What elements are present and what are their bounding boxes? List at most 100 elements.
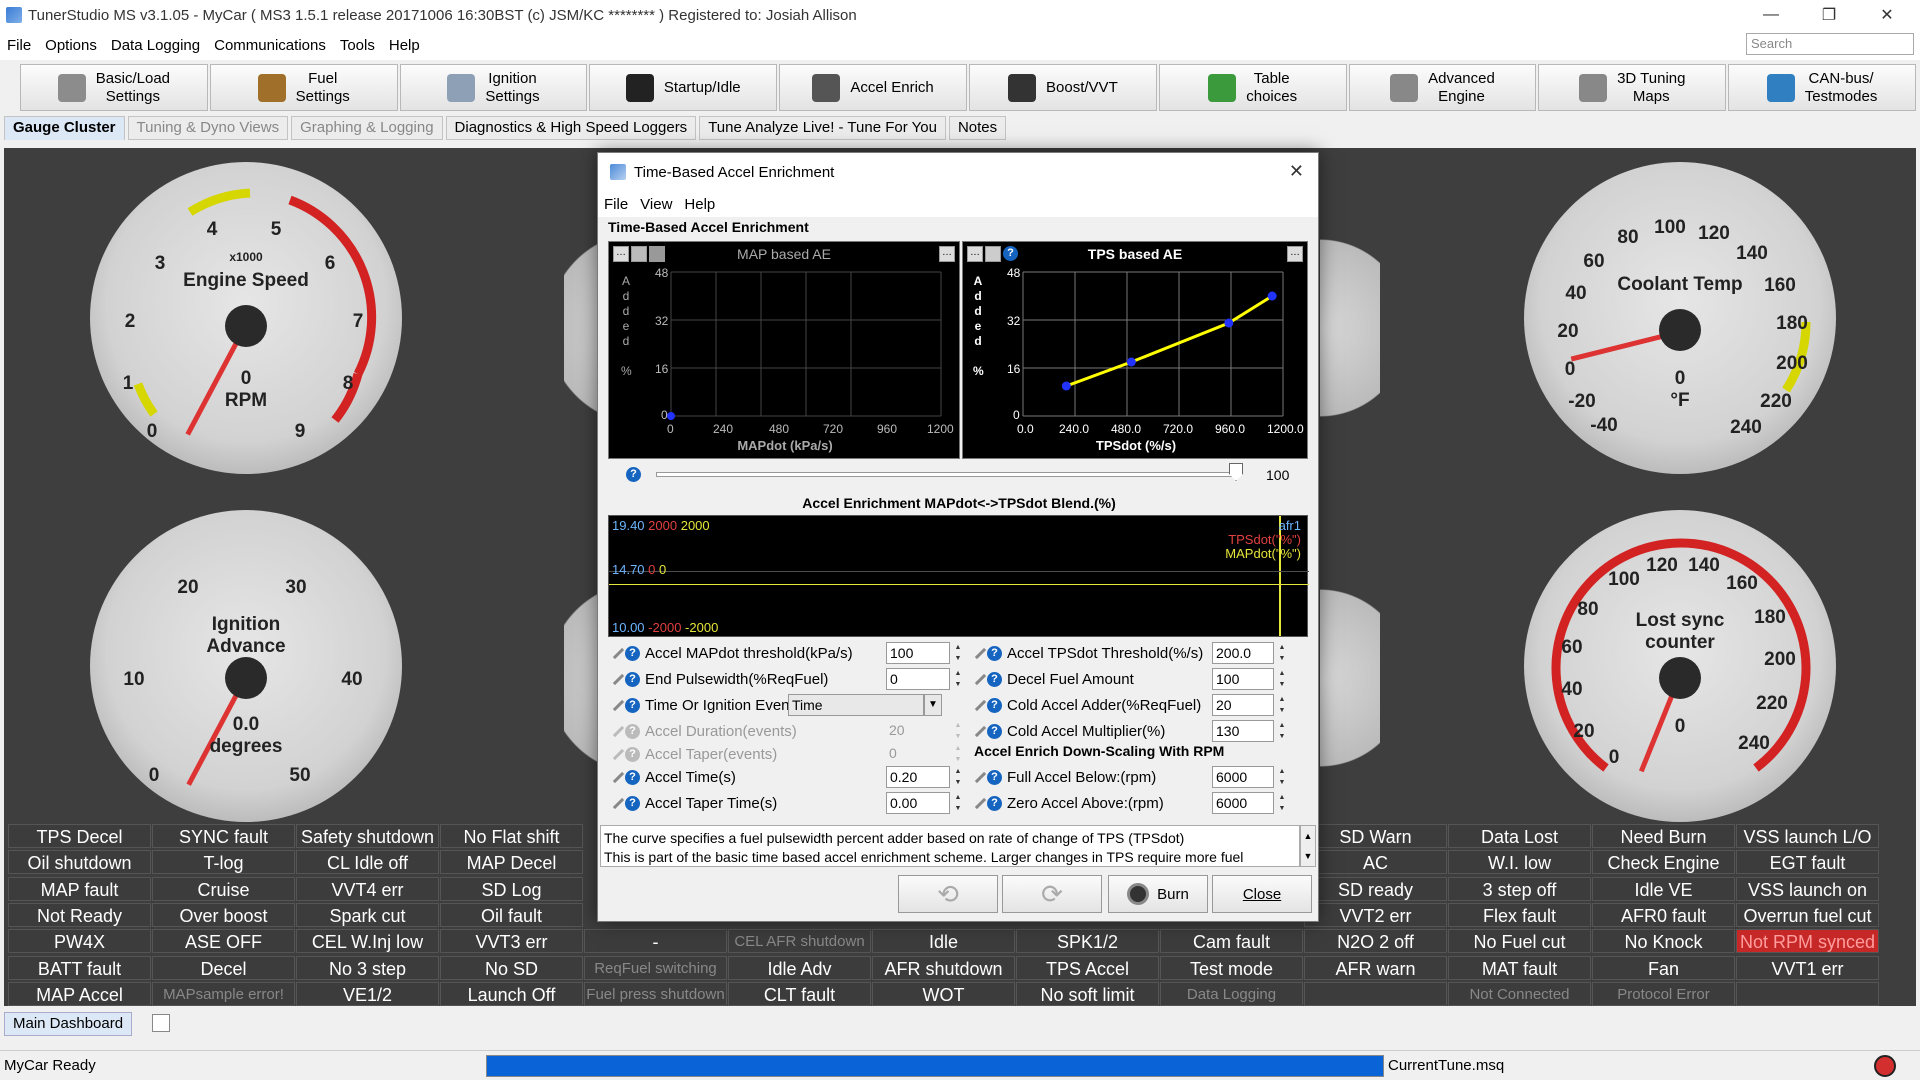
toolbar-button-9[interactable]: CAN-bus/ Testmodes <box>1728 64 1916 111</box>
menu-file[interactable]: File <box>0 37 38 54</box>
toolbar-button-5[interactable]: Boost/VVT <box>968 64 1157 111</box>
toolbar-button-0[interactable]: Basic/Load Settings <box>20 64 208 111</box>
indicator: Cam fault <box>1160 929 1303 954</box>
blend-slider-track[interactable] <box>656 472 1236 477</box>
field-input[interactable]: 0 <box>886 743 950 765</box>
edit-icon[interactable] <box>610 672 625 687</box>
toolbar-button-6[interactable]: Table choices <box>1158 64 1347 111</box>
tab-main-dashboard[interactable]: Main Dashboard <box>4 1012 133 1036</box>
help-icon[interactable]: ? <box>987 769 1002 785</box>
field-input[interactable]: 0.00 <box>886 792 950 814</box>
chevron-down-icon[interactable]: ▼ <box>924 694 942 716</box>
field-input[interactable]: 6000 <box>1212 792 1274 814</box>
dialog-menu-view[interactable]: View <box>634 196 678 213</box>
spinner-icon[interactable]: ▲ ▼ <box>952 720 964 742</box>
redo-button[interactable]: ⟳ <box>1002 875 1102 913</box>
minimize-button[interactable]: — <box>1748 0 1794 30</box>
edit-icon[interactable] <box>610 646 625 661</box>
edit-icon[interactable] <box>972 672 987 687</box>
spinner-icon[interactable]: ▲ ▼ <box>1276 694 1288 716</box>
field-input[interactable]: 130 <box>1212 720 1274 742</box>
tab-2[interactable]: Graphing & Logging <box>291 116 443 140</box>
spinner-icon[interactable]: ▲ ▼ <box>952 743 964 765</box>
edit-icon[interactable] <box>972 724 987 739</box>
spinner-icon[interactable]: ▲ ▼ <box>1276 720 1288 742</box>
toolbar-button-4[interactable]: Accel Enrich <box>779 64 967 111</box>
edit-icon[interactable] <box>610 698 625 713</box>
dialog-menu-file[interactable]: File <box>598 196 634 213</box>
spinner-icon[interactable]: ▲ ▼ <box>1276 668 1288 690</box>
field-input[interactable]: 0 <box>886 668 950 690</box>
indicator: Oil fault <box>440 902 583 927</box>
toolbar-button-8[interactable]: 3D Tuning Maps <box>1538 64 1727 111</box>
tab-1[interactable]: Tuning & Dyno Views <box>127 116 289 140</box>
help-icon[interactable]: ? <box>987 697 1002 713</box>
menu-help[interactable]: Help <box>382 37 427 54</box>
tps-ae-point[interactable] <box>1061 381 1071 391</box>
blend-slider-thumb[interactable] <box>1229 463 1243 481</box>
add-dashboard-icon[interactable] <box>152 1014 170 1032</box>
tab-5[interactable]: Notes <box>948 116 1007 140</box>
rpm-value: 0 <box>240 368 252 389</box>
help-icon[interactable]: ? <box>625 697 640 713</box>
dialog-menu-help[interactable]: Help <box>678 196 721 213</box>
field-input[interactable]: 20 <box>1212 694 1274 716</box>
help-icon[interactable]: ? <box>625 645 640 661</box>
dialog-close-icon[interactable]: ✕ <box>1289 161 1304 182</box>
help-icon[interactable]: ? <box>625 723 640 739</box>
spinner-icon[interactable]: ▲ ▼ <box>1276 642 1288 664</box>
field-input[interactable]: 20 <box>886 720 950 742</box>
burn-button[interactable]: Burn <box>1108 875 1208 913</box>
search-input[interactable]: Search <box>1746 33 1914 55</box>
help-icon[interactable]: ? <box>987 671 1002 687</box>
edit-icon[interactable] <box>610 724 625 739</box>
menu-data-logging[interactable]: Data Logging <box>104 37 207 54</box>
edit-icon[interactable] <box>972 796 987 811</box>
undo-button[interactable]: ⟲ <box>898 875 998 913</box>
tps-ae-point[interactable] <box>1267 291 1277 301</box>
edit-icon[interactable] <box>972 770 987 785</box>
help-icon[interactable]: ? <box>625 671 640 687</box>
close-button[interactable]: Close <box>1212 875 1312 913</box>
menu-tools[interactable]: Tools <box>333 37 382 54</box>
spinner-icon[interactable]: ▲ ▼ <box>952 766 964 788</box>
spinner-icon[interactable]: ▲ ▼ <box>1276 766 1288 788</box>
help-text-scrollbar[interactable]: ▲ ▼ <box>1300 825 1316 867</box>
field-input[interactable]: 6000 <box>1212 766 1274 788</box>
tab-4[interactable]: Tune Analyze Live! - Tune For You <box>699 116 946 140</box>
field-input[interactable]: 0.20 <box>886 766 950 788</box>
field-input[interactable]: 100 <box>886 642 950 664</box>
tab-0[interactable]: Gauge Cluster <box>4 116 125 140</box>
help-icon[interactable]: ? <box>625 769 640 785</box>
edit-icon[interactable] <box>972 698 987 713</box>
toolbar-button-7[interactable]: Advanced Engine <box>1348 64 1537 111</box>
connection-status-icon[interactable] <box>1874 1055 1896 1077</box>
close-window-button[interactable]: ✕ <box>1864 0 1910 30</box>
tps-ae-point[interactable] <box>1126 357 1136 367</box>
spinner-icon[interactable]: ▲ ▼ <box>952 642 964 664</box>
toolbar-button-2[interactable]: Ignition Settings <box>399 64 588 111</box>
edit-icon[interactable] <box>610 747 625 762</box>
toolbar-button-1[interactable]: Fuel Settings <box>209 64 398 111</box>
tps-ae-point[interactable] <box>1224 318 1234 328</box>
spinner-icon[interactable]: ▲ ▼ <box>952 792 964 814</box>
restore-button[interactable]: ❐ <box>1806 0 1852 30</box>
tab-3[interactable]: Diagnostics & High Speed Loggers <box>445 116 697 140</box>
time-or-events-select[interactable]: Time <box>788 694 924 716</box>
help-icon[interactable]: ? <box>625 795 640 811</box>
spinner-icon[interactable]: ▲ ▼ <box>952 668 964 690</box>
spinner-icon[interactable]: ▲ ▼ <box>1276 792 1288 814</box>
blend-help-icon[interactable]: ? <box>626 467 641 482</box>
help-icon[interactable]: ? <box>987 795 1002 811</box>
menu-options[interactable]: Options <box>38 37 104 54</box>
field-input[interactable]: 100 <box>1212 668 1274 690</box>
edit-icon[interactable] <box>610 796 625 811</box>
help-icon[interactable]: ? <box>987 723 1002 739</box>
menu-communications[interactable]: Communications <box>207 37 333 54</box>
field-input[interactable]: 200.0 <box>1212 642 1274 664</box>
help-icon[interactable]: ? <box>987 645 1002 661</box>
edit-icon[interactable] <box>972 646 987 661</box>
help-icon[interactable]: ? <box>625 746 640 762</box>
toolbar-button-3[interactable]: Startup/Idle <box>589 64 778 111</box>
edit-icon[interactable] <box>610 770 625 785</box>
